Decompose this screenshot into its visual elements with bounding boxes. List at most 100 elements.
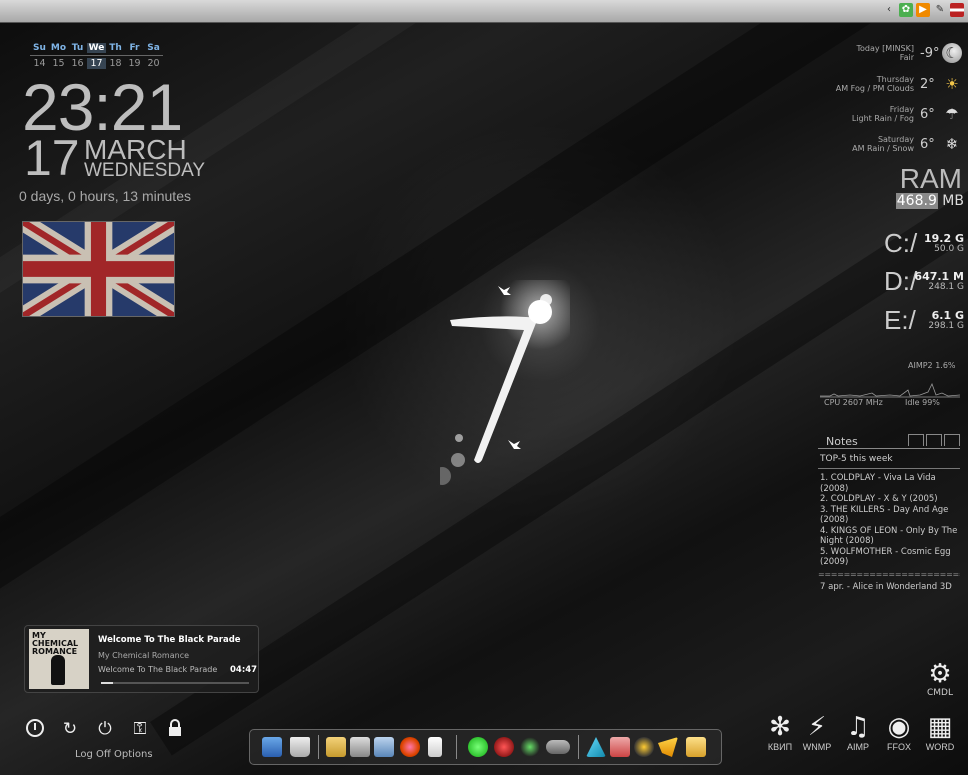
drive-d[interactable]: D:/ 647.1 M 248.1 G <box>884 266 966 298</box>
green-gear-icon[interactable]: ✿ <box>899 3 913 17</box>
music-note-icon: ♫ <box>846 712 870 742</box>
weekday-label: Mo <box>50 43 67 53</box>
launcher-kvip[interactable]: ✻ КВИП <box>760 712 800 752</box>
weekday-label: Tu <box>71 43 84 53</box>
album-art-figure <box>51 655 65 685</box>
weather-text: Thursday AM Fog / PM Clouds <box>836 75 914 93</box>
media-player[interactable]: MY CHEMICAL ROMANCE Welcome To The Black… <box>24 625 259 693</box>
calendar-divider <box>30 55 163 56</box>
media-icon[interactable]: ▶ <box>916 3 930 17</box>
us-flag-icon[interactable] <box>950 3 964 17</box>
folder-yellow-icon[interactable] <box>686 737 706 757</box>
dock-divider <box>318 735 319 759</box>
launcher-label: FFOX <box>887 742 911 752</box>
notes-line: (2008) <box>820 515 849 525</box>
notes-tab[interactable] <box>944 434 960 446</box>
launcher-wnmp[interactable]: ⚡ WNMP <box>797 712 837 752</box>
game-red-icon[interactable] <box>494 737 514 757</box>
disc-icon[interactable] <box>634 737 654 757</box>
documents-folder-icon[interactable] <box>374 737 394 757</box>
lock-icon[interactable] <box>164 718 186 740</box>
shutdown-icon[interactable] <box>24 718 46 740</box>
gamepad-icon[interactable] <box>546 740 570 754</box>
launcher-ffox[interactable]: ◉ FFOX <box>879 712 919 752</box>
game-alien-icon[interactable] <box>520 737 540 757</box>
folder-icon[interactable] <box>326 737 346 757</box>
notes-line: 1. COLDPLAY - Viva La Vida <box>820 473 936 483</box>
ipod-icon[interactable] <box>428 737 442 757</box>
weather-temp: -9° <box>920 45 940 61</box>
drive-letter: D:/ <box>884 266 918 296</box>
notes-line: 3. THE KILLERS - Day And Age <box>820 504 949 515</box>
restart-icon[interactable]: ↻ <box>59 718 81 740</box>
weather-text: Saturday AM Rain / Snow <box>852 135 914 153</box>
track-progress-fill <box>101 682 113 684</box>
dock-bar <box>249 729 722 765</box>
moon-icon: ☾ <box>942 43 962 63</box>
drive-c[interactable]: C:/ 19.2 G 50.0 G <box>884 228 966 260</box>
word-icon: ▦ <box>927 712 953 742</box>
launcher-aimp[interactable]: ♫ AIMP <box>838 712 878 752</box>
dock-divider <box>456 735 457 759</box>
finder-icon[interactable] <box>262 737 282 757</box>
weekday-label: Sa <box>147 43 160 53</box>
media-center-icon[interactable] <box>400 737 420 757</box>
weather-condition: AM Fog / PM Clouds <box>835 84 914 93</box>
arch-icon[interactable] <box>586 737 606 757</box>
save-icon[interactable] <box>610 737 630 757</box>
track-progress-bar[interactable] <box>101 682 249 684</box>
weather-text: Today [MINSK] Fair <box>857 44 915 62</box>
video-icon[interactable] <box>350 737 370 757</box>
notes-tabs <box>906 434 960 446</box>
launcher-word[interactable]: ▦ WORD <box>920 712 960 752</box>
arrow-left-icon[interactable]: ‹ <box>882 3 896 17</box>
tools-icon[interactable] <box>658 737 678 757</box>
notes-tab[interactable] <box>908 434 924 446</box>
date-day: 17 <box>24 130 80 186</box>
xbox-icon[interactable] <box>468 737 488 757</box>
weather-day: Friday <box>889 105 914 114</box>
track-time: 04:47 <box>230 665 258 675</box>
calendar-day: 19 <box>128 58 141 69</box>
recycle-bin-icon[interactable] <box>290 737 310 757</box>
power-icon[interactable]: ⏻ <box>94 718 116 740</box>
union-jack-flag <box>22 221 175 317</box>
notes-line: (2008) <box>820 483 849 494</box>
pencil-icon[interactable]: ✎ <box>933 3 947 17</box>
calendar-widget: Su Mo Tu We Th Fr Sa 14 15 16 17 18 19 2… <box>30 43 163 69</box>
calendar-day: 18 <box>109 58 122 69</box>
key-icon[interactable]: ⚿ <box>129 718 151 740</box>
weather-condition: AM Rain / Snow <box>852 144 914 153</box>
weekday-label: Fr <box>129 43 140 53</box>
drive-e[interactable]: E:/ 6.1 G 298.1 G <box>884 305 966 337</box>
weekday-label: Th <box>109 43 122 53</box>
track-artist: My Chemical Romance <box>98 651 190 660</box>
aimp-cpu-usage: AIMP2 1.6% <box>908 361 956 370</box>
notes-title: Notes <box>818 434 960 449</box>
calendar-day: 16 <box>71 58 84 69</box>
weather-day: Today [MINSK] <box>856 44 915 53</box>
calendar-weekdays: Su Mo Tu We Th Fr Sa <box>30 43 163 53</box>
calendar-day-today: 17 <box>87 58 106 69</box>
windows-7-logo <box>440 280 570 485</box>
notes-list[interactable]: 1. COLDPLAY - Viva La Vida (2008) 2. COL… <box>818 473 960 568</box>
cpu-idle: Idle 99% <box>905 398 940 407</box>
launcher-label: КВИП <box>767 742 793 752</box>
ram-value-unit: MB <box>937 193 964 209</box>
launcher-cmdl[interactable]: ⚙ CMDL <box>920 660 960 698</box>
top-bar: ‹ ✿ ▶ ✎ <box>0 0 968 23</box>
notes-line: Night (2008) <box>820 536 874 546</box>
rain-icon: ☂ <box>945 105 959 123</box>
drive-total: 248.1 G <box>928 282 964 292</box>
weather-condition: Light Rain / Fog <box>851 114 914 123</box>
drive-letter: E:/ <box>884 305 916 335</box>
drive-letter: C:/ <box>884 228 918 258</box>
drive-total: 298.1 G <box>928 321 964 331</box>
power-options: ↻ ⏻ ⚿ <box>24 718 186 740</box>
clock-date: 17 MARCH WEDNESDAY <box>24 130 205 186</box>
flower-icon: ✻ <box>769 712 791 742</box>
firefox-icon: ◉ <box>887 712 911 742</box>
notes-separator-text: ========================== <box>818 570 960 579</box>
notes-tab[interactable] <box>926 434 942 446</box>
calendar-day: 20 <box>147 58 160 69</box>
